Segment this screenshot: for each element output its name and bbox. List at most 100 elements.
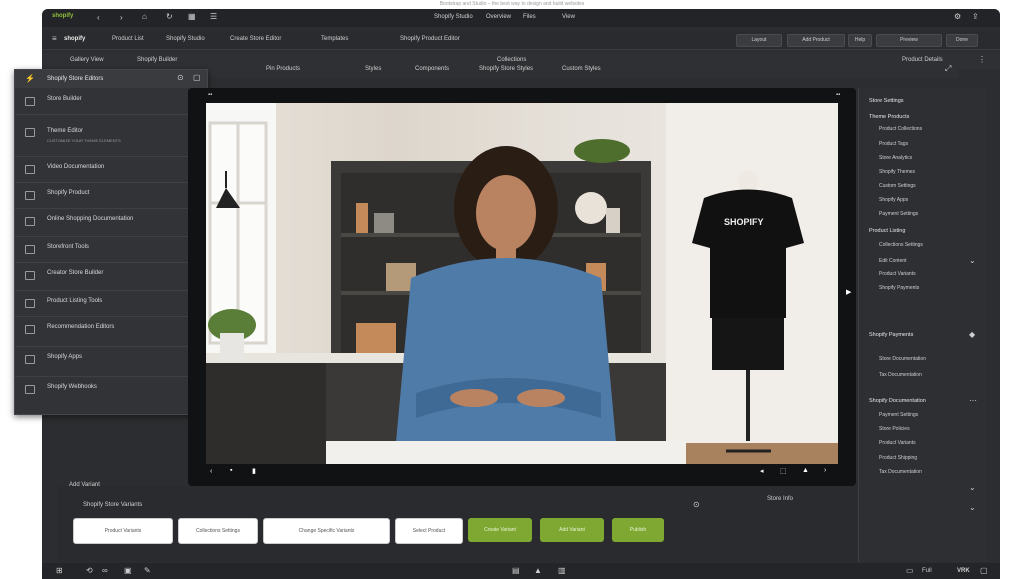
- tab-store-styles[interactable]: Shopify Store Styles: [479, 66, 533, 72]
- frame-menu-icon[interactable]: ▪▪: [836, 92, 840, 98]
- setting-item[interactable]: Shopify Apps: [879, 197, 908, 203]
- list-item-online-docs[interactable]: Online Shopping Documentation: [15, 208, 207, 237]
- setting-item[interactable]: Product Collections: [879, 126, 922, 132]
- settings-icon[interactable]: ⊙: [693, 500, 700, 509]
- grid-icon[interactable]: ▦: [188, 12, 196, 21]
- setting-item[interactable]: Store Analytics: [879, 155, 912, 161]
- item-label: Store Builder: [47, 96, 82, 102]
- list-item-theme-editor[interactable]: Theme Editor CUSTOMIZE YOUR THEME ELEMEN…: [15, 114, 207, 157]
- tab-styles[interactable]: Styles: [365, 66, 381, 72]
- sync-icon[interactable]: ⟲: [86, 566, 93, 575]
- collections-settings-button[interactable]: Collections Settings: [178, 518, 258, 544]
- chart-icon[interactable]: ▥: [558, 566, 566, 575]
- share-icon[interactable]: ⇪: [972, 12, 979, 21]
- publish-button[interactable]: Publish: [612, 518, 664, 542]
- home-icon[interactable]: ⌂: [142, 12, 147, 21]
- list-icon[interactable]: ☰: [210, 12, 217, 21]
- tab-custom-styles[interactable]: Custom Styles: [562, 66, 601, 72]
- home-icon[interactable]: ⊞: [56, 566, 63, 575]
- add-variant-button[interactable]: Add Variant: [540, 518, 604, 542]
- done-button[interactable]: Done: [946, 34, 978, 47]
- setting-item[interactable]: Payment Settings: [879, 211, 918, 217]
- menu-templates[interactable]: Templates: [321, 36, 348, 42]
- chevron-down-icon[interactable]: ⌄: [969, 483, 976, 492]
- grid-icon[interactable]: ▤: [512, 566, 520, 575]
- menu-product-editor[interactable]: Shopify Product Editor: [400, 36, 460, 42]
- subtool-gallery-view[interactable]: Gallery View: [70, 57, 104, 63]
- more-icon[interactable]: ⋯: [969, 396, 977, 405]
- settings-icon[interactable]: ⚙: [954, 12, 961, 21]
- menu-icon[interactable]: ≡: [52, 34, 57, 43]
- item-icon: [25, 217, 35, 226]
- layout-button[interactable]: Layout: [736, 34, 782, 47]
- monitor-icon[interactable]: ▭: [906, 566, 914, 575]
- create-variant-button[interactable]: Create Variant: [468, 518, 532, 542]
- edit-icon[interactable]: ✎: [144, 566, 151, 575]
- more-icon[interactable]: ›: [824, 467, 826, 474]
- setting-item[interactable]: Product Variants: [879, 271, 916, 277]
- tab-pin-products[interactable]: Pin Products: [266, 66, 300, 72]
- warning-icon[interactable]: ▲: [534, 566, 542, 575]
- list-item-storefront-tools[interactable]: Storefront Tools: [15, 236, 207, 263]
- forward-icon[interactable]: ›: [120, 13, 123, 22]
- setting-item[interactable]: Edit Content: [879, 258, 907, 264]
- help-button[interactable]: Help: [848, 34, 872, 47]
- fullscreen-icon[interactable]: ⬚: [780, 467, 787, 475]
- item-icon: [25, 385, 35, 394]
- list-item-recommendation[interactable]: Recommendation Editors: [15, 316, 207, 347]
- refresh-icon[interactable]: ↻: [166, 12, 173, 21]
- list-item-shopify-apps[interactable]: Shopify Apps ▯: [15, 346, 207, 377]
- menu-shopify-studio[interactable]: Shopify Studio: [166, 36, 205, 42]
- toggle-icon[interactable]: ◆: [969, 330, 975, 339]
- setting-item[interactable]: Tax Documentation: [879, 469, 922, 475]
- preview-button[interactable]: Preview: [876, 34, 942, 47]
- setting-item[interactable]: Store Policies: [879, 426, 910, 432]
- menu-product-list[interactable]: Product List: [112, 36, 144, 42]
- list-item-video-docs[interactable]: Video Documentation: [15, 156, 207, 183]
- back-icon[interactable]: ‹: [97, 13, 100, 22]
- setting-item[interactable]: Shopify Themes: [879, 169, 915, 175]
- list-item-shopify-product[interactable]: Shopify Product: [15, 182, 207, 209]
- vrk-label: VRK: [957, 568, 970, 574]
- setting-item[interactable]: Collections Settings: [879, 242, 923, 248]
- share-icon[interactable]: ▲: [802, 467, 809, 474]
- setting-item[interactable]: Product Variants: [879, 440, 916, 446]
- setting-item[interactable]: Store Documentation: [879, 356, 926, 362]
- list-item-store-builder[interactable]: Store Builder ⇐: [15, 88, 207, 115]
- volume-icon[interactable]: ◂: [760, 467, 764, 475]
- product-variants-button[interactable]: Product Variants: [73, 518, 173, 544]
- store-settings-panel: Store Settings Theme Products Product Co…: [858, 88, 987, 562]
- expand-icon[interactable]: ⤢: [945, 64, 951, 74]
- frame-dots-icon: ▪▪: [208, 92, 213, 98]
- setting-item[interactable]: Product Tags: [879, 141, 908, 147]
- setting-item[interactable]: Custom Settings: [879, 183, 916, 189]
- more-icon[interactable]: ⋮: [978, 55, 986, 64]
- panel-close-icon[interactable]: ▢: [193, 73, 201, 82]
- list-item-webhooks[interactable]: Shopify Webhooks ◌: [15, 376, 207, 406]
- stop-icon[interactable]: ▮: [252, 467, 256, 475]
- tab-view[interactable]: View: [562, 14, 575, 20]
- tab-overview[interactable]: Overview: [486, 14, 511, 20]
- chevron-down-icon[interactable]: ⌄: [969, 503, 976, 512]
- setting-item[interactable]: Payment Settings: [879, 412, 918, 418]
- window-icon[interactable]: ▢: [980, 566, 988, 575]
- tab-components[interactable]: Components: [415, 66, 449, 72]
- list-item-creator-store[interactable]: Creator Store Builder ›: [15, 262, 207, 291]
- next-arrow-icon[interactable]: ▶: [846, 288, 851, 296]
- save-icon[interactable]: ▣: [124, 566, 132, 575]
- prev-icon[interactable]: ‹: [210, 468, 212, 475]
- list-item-product-listing[interactable]: Product Listing Tools: [15, 290, 207, 317]
- menu-create-store-editor[interactable]: Create Store Editor: [230, 36, 281, 42]
- select-product-button[interactable]: Select Product: [395, 518, 463, 544]
- setting-item[interactable]: Product Shipping: [879, 455, 917, 461]
- add-product-button[interactable]: Add Product: [787, 34, 845, 47]
- chevron-down-icon[interactable]: ⌄: [969, 256, 976, 265]
- play-icon[interactable]: ▪: [230, 467, 232, 474]
- change-variants-button[interactable]: Change Specific Variants: [263, 518, 390, 544]
- link-icon[interactable]: ∞: [102, 566, 108, 575]
- setting-item[interactable]: Shopify Payments: [879, 285, 919, 291]
- setting-item[interactable]: Tax Documentation: [879, 372, 922, 378]
- item-label: Product Listing Tools: [47, 298, 103, 304]
- pin-icon[interactable]: ⊙: [177, 73, 184, 82]
- tab-files[interactable]: Files: [523, 14, 536, 20]
